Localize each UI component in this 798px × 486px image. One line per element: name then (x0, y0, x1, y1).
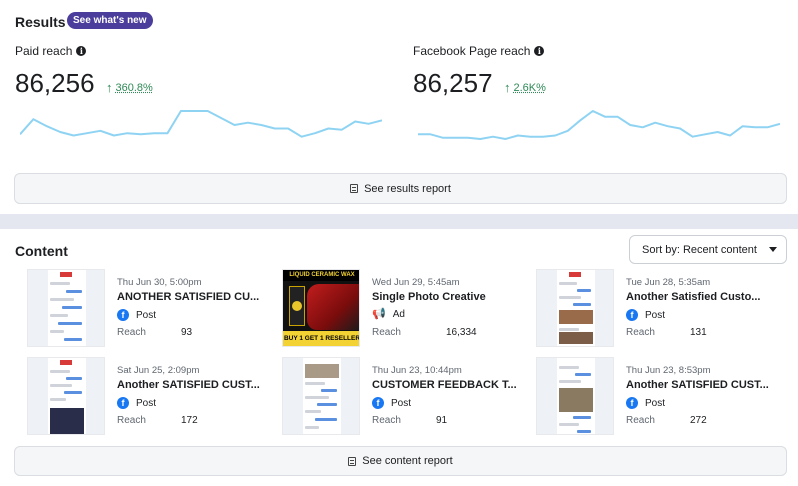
metric-label-paid-reach: Paid reach i (15, 44, 87, 58)
caret-down-icon (768, 247, 777, 252)
post-title[interactable]: ANOTHER SATISFIED CU... (117, 291, 277, 303)
post-type-label: Post (645, 309, 666, 321)
post-reach-value: 172 (181, 415, 198, 426)
sort-dropdown-label: Sort by: Recent content (642, 243, 757, 256)
content-post[interactable]: Sat Jun 25, 2:09pm Another SATISFIED CUS… (27, 357, 277, 437)
post-reach-value: 91 (436, 415, 448, 426)
metric-change-paid-reach: ↑ 360.8% (106, 80, 153, 95)
ad-thumb-top-text: LIQUID CERAMIC WAX (283, 270, 359, 281)
content-post[interactable]: Thu Jun 23, 10:44pm CUSTOMER FEEDBACK T.… (282, 357, 532, 437)
facebook-icon: f (117, 397, 129, 409)
post-type-label: Ad (392, 309, 405, 320)
post-type: f Post (117, 309, 156, 321)
post-reach-label: Reach (626, 415, 655, 426)
see-results-report-label: See results report (364, 182, 451, 195)
post-thumbnail[interactable] (536, 269, 614, 347)
ad-thumb-bottom-text: BUY 1 GET 1 RESELLER PACKAGES (283, 331, 359, 346)
arrow-up-icon: ↑ (106, 80, 113, 95)
content-post[interactable]: Thu Jun 30, 5:00pm ANOTHER SATISFIED CU.… (27, 269, 277, 349)
whats-new-badge[interactable]: See what's new (67, 12, 153, 29)
post-reach-label: Reach (117, 415, 146, 426)
facebook-icon: f (372, 397, 384, 409)
post-reach-label: Reach (372, 415, 401, 426)
metric-label-text: Paid reach (15, 44, 73, 58)
info-icon[interactable]: i (534, 46, 545, 56)
ad-thumbnail[interactable]: LIQUID CERAMIC WAX BUY 1 GET 1 RESELLER … (282, 269, 360, 347)
post-date: Thu Jun 30, 5:00pm (117, 277, 202, 288)
post-date: Wed Jun 29, 5:45am (372, 277, 460, 288)
post-title[interactable]: Another SATISFIED CUST... (626, 379, 786, 391)
content-title: Content (15, 243, 68, 259)
megaphone-icon: 📢 (372, 308, 386, 320)
metric-change-value[interactable]: 360.8% (116, 82, 153, 94)
post-title[interactable]: CUSTOMER FEEDBACK T... (372, 379, 532, 391)
report-icon (348, 456, 357, 466)
sparkline-series (418, 110, 780, 140)
facebook-icon: f (626, 309, 638, 321)
post-reach-value: 16,334 (446, 327, 477, 338)
facebook-icon: f (626, 397, 638, 409)
post-thumbnail[interactable] (27, 357, 105, 435)
post-type: f Post (372, 397, 411, 409)
post-reach-label: Reach (626, 327, 655, 338)
metric-value-paid-reach: 86,256 (15, 68, 95, 98)
metric-change-value[interactable]: 2.6K% (514, 82, 546, 94)
sparkline-series (20, 110, 382, 138)
post-title[interactable]: Another Satisfied Custo... (626, 291, 786, 303)
sparkline-page-reach (418, 110, 780, 140)
metric-value-page-reach: 86,257 (413, 68, 493, 98)
metric-label-text: Facebook Page reach (413, 44, 531, 58)
metric-change-page-reach: ↑ 2.6K% (504, 80, 546, 95)
sparkline-paid-reach (20, 110, 382, 138)
post-thumbnail[interactable] (282, 357, 360, 435)
post-thumbnail[interactable] (27, 269, 105, 347)
post-thumbnail[interactable] (536, 357, 614, 435)
post-type-label: Post (136, 397, 157, 409)
post-date: Tue Jun 28, 5:35am (626, 277, 711, 288)
report-icon (350, 184, 359, 193)
post-reach-label: Reach (117, 327, 146, 338)
post-type: 📢 Ad (372, 308, 405, 321)
content-post[interactable]: Thu Jun 23, 8:53pm Another SATISFIED CUS… (536, 357, 786, 437)
info-icon[interactable]: i (76, 46, 87, 56)
post-reach-value: 93 (181, 327, 193, 338)
see-results-report-button[interactable]: See results report (14, 173, 787, 204)
post-reach-value: 272 (690, 415, 707, 426)
metric-label-page-reach: Facebook Page reach i (413, 44, 545, 58)
see-content-report-button[interactable]: See content report (14, 446, 787, 476)
results-card: Results See what's new Paid reach i 86,2… (0, 0, 798, 214)
post-date: Thu Jun 23, 8:53pm (626, 365, 711, 376)
results-title: Results (15, 14, 66, 30)
post-type: f Post (626, 309, 665, 321)
post-title[interactable]: Another SATISFIED CUST... (117, 379, 277, 391)
post-type: f Post (626, 397, 665, 409)
post-reach-label: Reach (372, 327, 401, 338)
sort-dropdown[interactable]: Sort by: Recent content (629, 235, 787, 264)
post-reach-value: 131 (690, 327, 707, 338)
content-post[interactable]: Tue Jun 28, 5:35am Another Satisfied Cus… (536, 269, 786, 349)
content-post[interactable]: LIQUID CERAMIC WAX BUY 1 GET 1 RESELLER … (282, 269, 532, 349)
facebook-icon: f (117, 309, 129, 321)
see-content-report-label: See content report (362, 455, 453, 467)
post-title[interactable]: Single Photo Creative (372, 291, 532, 303)
content-card: Content Sort by: Recent content Thu Jun … (0, 229, 798, 486)
post-date: Sat Jun 25, 2:09pm (117, 365, 200, 376)
post-date: Thu Jun 23, 10:44pm (372, 365, 462, 376)
post-type-label: Post (645, 397, 666, 409)
post-type: f Post (117, 397, 156, 409)
arrow-up-icon: ↑ (504, 80, 511, 95)
post-type-label: Post (136, 309, 157, 321)
post-type-label: Post (391, 397, 412, 409)
